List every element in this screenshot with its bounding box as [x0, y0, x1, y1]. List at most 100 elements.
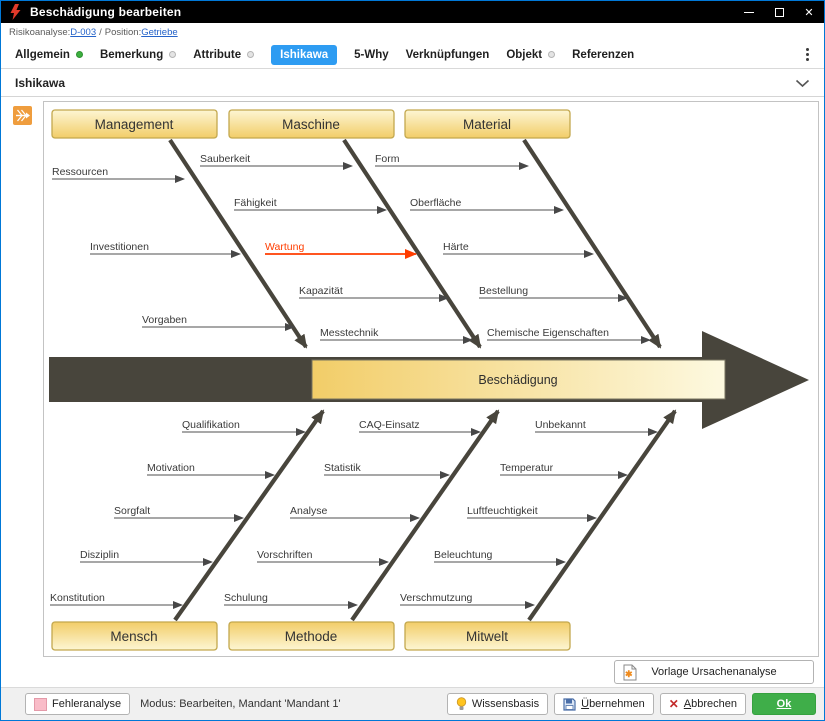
- ishikawa-diagram-canvas[interactable]: Beschädigung Management Maschine Materia…: [43, 101, 819, 657]
- rib-mitwelt: [527, 409, 677, 622]
- ok-button[interactable]: Ok: [752, 693, 816, 715]
- tab-attribute[interactable]: Attribute: [193, 49, 255, 61]
- cause-motivation[interactable]: Motivation: [147, 462, 275, 479]
- cause-qualifikation[interactable]: Qualifikation: [182, 419, 306, 436]
- app-lightning-icon: [10, 4, 21, 20]
- cause-vorgaben[interactable]: Vorgaben: [142, 314, 295, 331]
- cause-kapazitaet[interactable]: Kapazität: [299, 285, 449, 302]
- cause-label: Konstitution: [50, 592, 105, 604]
- window-controls: ✕: [734, 1, 824, 23]
- cause-caq-einsatz[interactable]: CAQ-Einsatz: [359, 419, 481, 436]
- cause-label: Qualifikation: [182, 419, 240, 431]
- cause-label: Chemische Eigenschaften: [487, 327, 609, 339]
- cause-investitionen[interactable]: Investitionen: [90, 241, 241, 258]
- cause-sauberkeit[interactable]: Sauberkeit: [200, 153, 353, 170]
- maximize-button[interactable]: [764, 1, 794, 23]
- ishikawa-section-header: Ishikawa: [1, 70, 824, 97]
- cause-beleuchtung[interactable]: Beleuchtung: [434, 549, 566, 566]
- risikoanalyse-label: Risikoanalyse:: [9, 26, 71, 38]
- cause-label: Unbekannt: [535, 419, 586, 431]
- category-box-maschine[interactable]: Maschine: [228, 109, 395, 139]
- cause-label: Oberfläche: [410, 197, 462, 209]
- cause-form[interactable]: Form: [375, 153, 529, 170]
- lightbulb-icon: [456, 697, 467, 710]
- cause-luftfeuchtigkeit[interactable]: Luftfeuchtigkeit: [467, 505, 597, 522]
- fishbone-diagram: Beschädigung Management Maschine Materia…: [49, 109, 809, 651]
- cause-label: Vorgaben: [142, 314, 187, 326]
- cause-label: Verschmutzung: [400, 592, 473, 604]
- template-document-icon: ✱: [623, 664, 637, 680]
- cause-label: Analyse: [290, 505, 328, 517]
- uebernehmen-button[interactable]: Übernehmen: [554, 693, 654, 715]
- cause-label: Ressourcen: [52, 166, 108, 178]
- fehleranalyse-button[interactable]: Fehleranalyse: [25, 693, 131, 715]
- cause-label: Kapazität: [299, 285, 343, 297]
- title-bar: Beschädigung bearbeiten ✕: [1, 1, 824, 23]
- cause-label: Motivation: [147, 462, 195, 474]
- category-label: Methode: [285, 629, 338, 644]
- breadcrumb: Risikoanalyse: D-003 / Position: Getriebe: [1, 23, 824, 41]
- cause-messtechnik[interactable]: Messtechnik: [320, 327, 473, 344]
- cause-wartung-highlighted[interactable]: Wartung: [265, 241, 417, 259]
- cause-label: Form: [375, 153, 400, 165]
- cause-analyse[interactable]: Analyse: [290, 505, 420, 522]
- category-box-methode[interactable]: Methode: [228, 621, 395, 651]
- category-label: Material: [463, 117, 511, 132]
- cause-label: Vorschriften: [257, 549, 313, 561]
- cause-chemische-eigenschaften[interactable]: Chemische Eigenschaften: [487, 327, 651, 344]
- tab-verknuepfungen[interactable]: Verknüpfungen: [406, 49, 490, 61]
- cause-label: Sorgfalt: [114, 505, 150, 517]
- gray-status-dot: [548, 51, 556, 58]
- cause-vorschriften[interactable]: Vorschriften: [257, 549, 389, 566]
- cause-ressourcen[interactable]: Ressourcen: [52, 166, 185, 183]
- risikoanalyse-link[interactable]: D-003: [70, 27, 96, 38]
- category-box-management[interactable]: Management: [51, 109, 218, 139]
- category-label: Maschine: [282, 117, 340, 132]
- tab-ishikawa-active[interactable]: Ishikawa: [271, 44, 338, 65]
- cause-sorgfalt[interactable]: Sorgfalt: [114, 505, 244, 522]
- status-bar: Fehleranalyse Modus: Bearbeiten, Mandant…: [1, 687, 824, 720]
- cause-schulung[interactable]: Schulung: [224, 592, 358, 609]
- effect-box[interactable]: Beschädigung: [311, 359, 726, 400]
- mode-status-text: Modus: Bearbeiten, Mandant 'Mandant 1': [140, 698, 341, 710]
- tab-allgemein[interactable]: Allgemein: [15, 49, 83, 61]
- cause-bestellung[interactable]: Bestellung: [479, 285, 628, 302]
- cause-konstitution[interactable]: Konstitution: [50, 592, 183, 609]
- cause-statistik[interactable]: Statistik: [324, 462, 450, 479]
- cause-label: Bestellung: [479, 285, 528, 297]
- cause-haerte[interactable]: Härte: [443, 241, 594, 258]
- abbrechen-button[interactable]: ✕ Abbrechen: [659, 693, 746, 715]
- fishbone-diagram-icon[interactable]: [13, 106, 32, 125]
- more-menu-icon[interactable]: [803, 45, 812, 64]
- position-label: Position:: [104, 26, 142, 38]
- gray-status-dot: [169, 51, 177, 58]
- close-button[interactable]: ✕: [794, 1, 824, 23]
- cause-label-highlighted: Wartung: [265, 241, 304, 253]
- cause-label: Messtechnik: [320, 327, 379, 339]
- cause-temperatur[interactable]: Temperatur: [500, 462, 628, 479]
- tab-bemerkung[interactable]: Bemerkung: [100, 49, 177, 61]
- tab-referenzen[interactable]: Referenzen: [572, 49, 634, 61]
- svg-text:✱: ✱: [625, 669, 633, 679]
- category-box-material[interactable]: Material: [404, 109, 571, 139]
- cause-label: Härte: [443, 241, 469, 253]
- cause-faehigkeit[interactable]: Fähigkeit: [234, 197, 387, 214]
- tab-5-why[interactable]: 5-Why: [354, 49, 389, 61]
- cause-label: Disziplin: [80, 549, 119, 561]
- category-box-mensch[interactable]: Mensch: [51, 621, 218, 651]
- category-box-mitwelt[interactable]: Mitwelt: [404, 621, 571, 651]
- cause-disziplin[interactable]: Disziplin: [80, 549, 213, 566]
- cause-unbekannt[interactable]: Unbekannt: [535, 419, 658, 436]
- vorlage-ursachenanalyse-button[interactable]: ✱ Vorlage Ursachenanalyse: [614, 660, 814, 684]
- cause-oberflaeche[interactable]: Oberfläche: [410, 197, 564, 214]
- tab-objekt[interactable]: Objekt: [506, 49, 556, 61]
- position-link[interactable]: Getriebe: [141, 27, 177, 38]
- green-status-dot: [75, 51, 83, 58]
- cause-label: Schulung: [224, 592, 268, 604]
- wissensbasis-button[interactable]: Wissensbasis: [446, 693, 549, 715]
- cause-verschmutzung[interactable]: Verschmutzung: [400, 592, 535, 609]
- breadcrumb-separator: /: [99, 26, 102, 38]
- chevron-down-icon[interactable]: [795, 79, 810, 88]
- cancel-x-icon: ✕: [668, 697, 679, 711]
- minimize-button[interactable]: [734, 1, 764, 23]
